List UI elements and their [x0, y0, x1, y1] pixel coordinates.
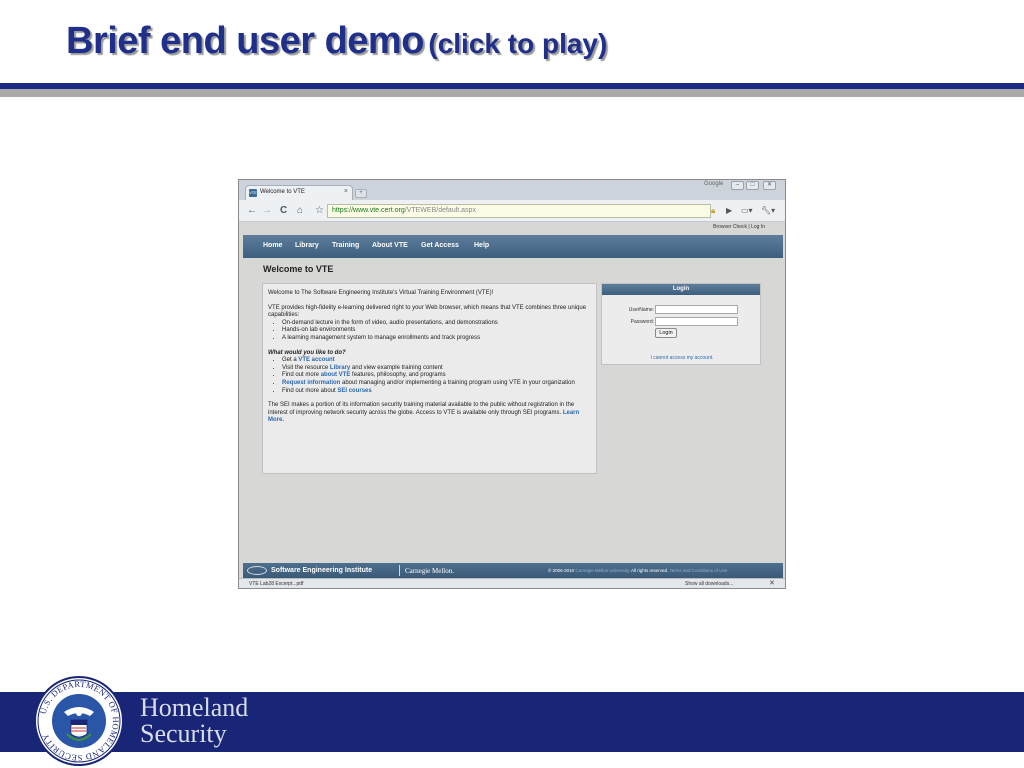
login-button[interactable]: Login — [655, 328, 677, 338]
nav-get-access[interactable]: Get Access — [421, 242, 459, 249]
login-title: Login — [602, 284, 760, 295]
tab-close-icon[interactable]: × — [344, 188, 348, 195]
page-menu-icon[interactable]: ▭▾ — [741, 205, 753, 217]
window-close-icon[interactable]: ✕ — [763, 181, 776, 190]
sei-courses-link[interactable]: SEI courses — [337, 388, 371, 394]
back-icon[interactable]: ← — [247, 205, 257, 217]
forward-icon[interactable]: → — [262, 205, 272, 217]
download-bar: VTE Lab28 Excerpt...pdf Show all downloa… — [239, 578, 785, 588]
list-item: Find out more about VTE features, philos… — [282, 372, 591, 380]
actions-list: Get a VTE account Visit the resource Lib… — [282, 357, 591, 395]
site-nav: Home Library Training About VTE Get Acce… — [243, 235, 783, 258]
demo-video-screenshot[interactable]: VTE Welcome to VTE × + Google – □ ✕ ← → … — [238, 179, 786, 589]
vte-favicon-icon: VTE — [249, 189, 257, 197]
site-footer: Software Engineering Institute Carnegie … — [243, 563, 783, 578]
maximize-icon[interactable]: □ — [746, 181, 759, 190]
slide-title: Brief end user demo (click to play) — [66, 20, 607, 63]
list-item: Hands-on lab environments — [282, 327, 591, 335]
title-rule-gray — [0, 89, 1024, 97]
provides-text: VTE provides high-fidelity e-learning de… — [268, 304, 587, 319]
download-bar-close-icon[interactable]: ✕ — [769, 579, 775, 587]
play-icon[interactable]: ▶ — [726, 205, 732, 217]
browser-tab[interactable]: VTE Welcome to VTE × — [245, 185, 353, 200]
nav-help[interactable]: Help — [474, 242, 489, 249]
address-bar[interactable]: https://www.vte.cert.org/VTEWEB/default.… — [327, 204, 711, 218]
nav-about-vte[interactable]: About VTE — [372, 242, 408, 249]
home-icon[interactable]: ⌂ — [297, 205, 303, 217]
vte-account-link[interactable]: VTE account — [298, 357, 334, 363]
browser-toolbar: ← → C ⌂ ☆ https://www.vte.cert.org/VTEWE… — [239, 200, 785, 222]
nav-home[interactable]: Home — [263, 242, 282, 249]
welcome-content: Welcome to The Software Engineering Inst… — [262, 283, 597, 474]
sei-logo-icon — [247, 566, 267, 575]
library-link[interactable]: Library — [330, 365, 350, 371]
intro-text: Welcome to The Software Engineering Inst… — [268, 290, 494, 296]
password-field[interactable] — [655, 317, 738, 326]
window-profile-label: Google — [704, 181, 724, 187]
copyright: © 2006-2010 Carnegie Mellon University. … — [548, 568, 728, 573]
list-item: A learning management system to manage e… — [282, 335, 591, 343]
browser-tab-strip: VTE Welcome to VTE × + Google – □ ✕ — [239, 180, 785, 200]
cmu-name: Carnegie Mellon. — [405, 567, 454, 575]
sei-name: Software Engineering Institute — [271, 567, 373, 574]
lock-icon[interactable]: 🔒︎ — [711, 205, 715, 217]
show-all-downloads-link[interactable]: Show all downloads... — [685, 581, 733, 587]
terms-link[interactable]: Terms and Conditions of Use — [669, 568, 727, 573]
cmu-link[interactable]: Carnegie Mellon University. — [575, 568, 630, 573]
about-vte-link[interactable]: about VTE — [321, 372, 351, 378]
list-item: Find out more about SEI courses — [282, 388, 591, 396]
login-panel: Login UserName: Password: Login I cannot… — [601, 283, 761, 365]
minimize-icon[interactable]: – — [731, 181, 744, 190]
dhs-seal-icon: U.S. DEPARTMENT OF HOMELAND SECURITY — [34, 676, 124, 766]
slide-title-main: Brief end user demo — [66, 20, 424, 62]
tab-title: Welcome to VTE — [260, 189, 305, 195]
list-item: Visit the resource Library and view exam… — [282, 365, 591, 373]
list-item: Request information about managing and/o… — [282, 380, 591, 388]
closing-text: The SEI makes a portion of its informati… — [268, 402, 580, 424]
star-icon[interactable]: ☆ — [315, 205, 324, 217]
cannot-access-link[interactable]: I cannot access my account. — [602, 355, 762, 361]
slide: Brief end user demo (click to play) VTE … — [0, 0, 1024, 768]
username-label: UserName: — [628, 307, 654, 313]
capabilities-list: On-demand lecture in the form of video, … — [282, 320, 591, 343]
username-field[interactable] — [655, 305, 738, 314]
new-tab-button[interactable]: + — [355, 189, 367, 198]
list-item: On-demand lecture in the form of video, … — [282, 320, 591, 328]
nav-library[interactable]: Library — [295, 242, 319, 249]
page-heading: Welcome to VTE — [263, 264, 334, 274]
top-links[interactable]: Browser Check | Log In — [713, 224, 765, 230]
nav-training[interactable]: Training — [332, 242, 359, 249]
wrench-menu-icon[interactable]: 🔧︎▾ — [761, 205, 775, 217]
password-label: Password: — [630, 319, 654, 325]
footer-divider — [399, 565, 400, 576]
wordmark-line-2: Security — [140, 719, 227, 748]
url-path: /VTEWEB/default.aspx — [404, 207, 476, 214]
download-item[interactable]: VTE Lab28 Excerpt...pdf — [249, 581, 303, 587]
url-secure: https://www.vte.cert.org — [332, 207, 405, 214]
list-item: Get a VTE account — [282, 357, 591, 365]
slide-title-click-to-play[interactable]: (click to play) — [428, 28, 607, 59]
wordmark-line-1: Homeland — [140, 693, 249, 722]
homeland-security-wordmark: Homeland Security — [140, 695, 248, 747]
request-information-link[interactable]: Request information — [282, 380, 340, 386]
reload-icon[interactable]: C — [280, 205, 287, 217]
question-heading: What would you like to do? — [268, 349, 346, 356]
